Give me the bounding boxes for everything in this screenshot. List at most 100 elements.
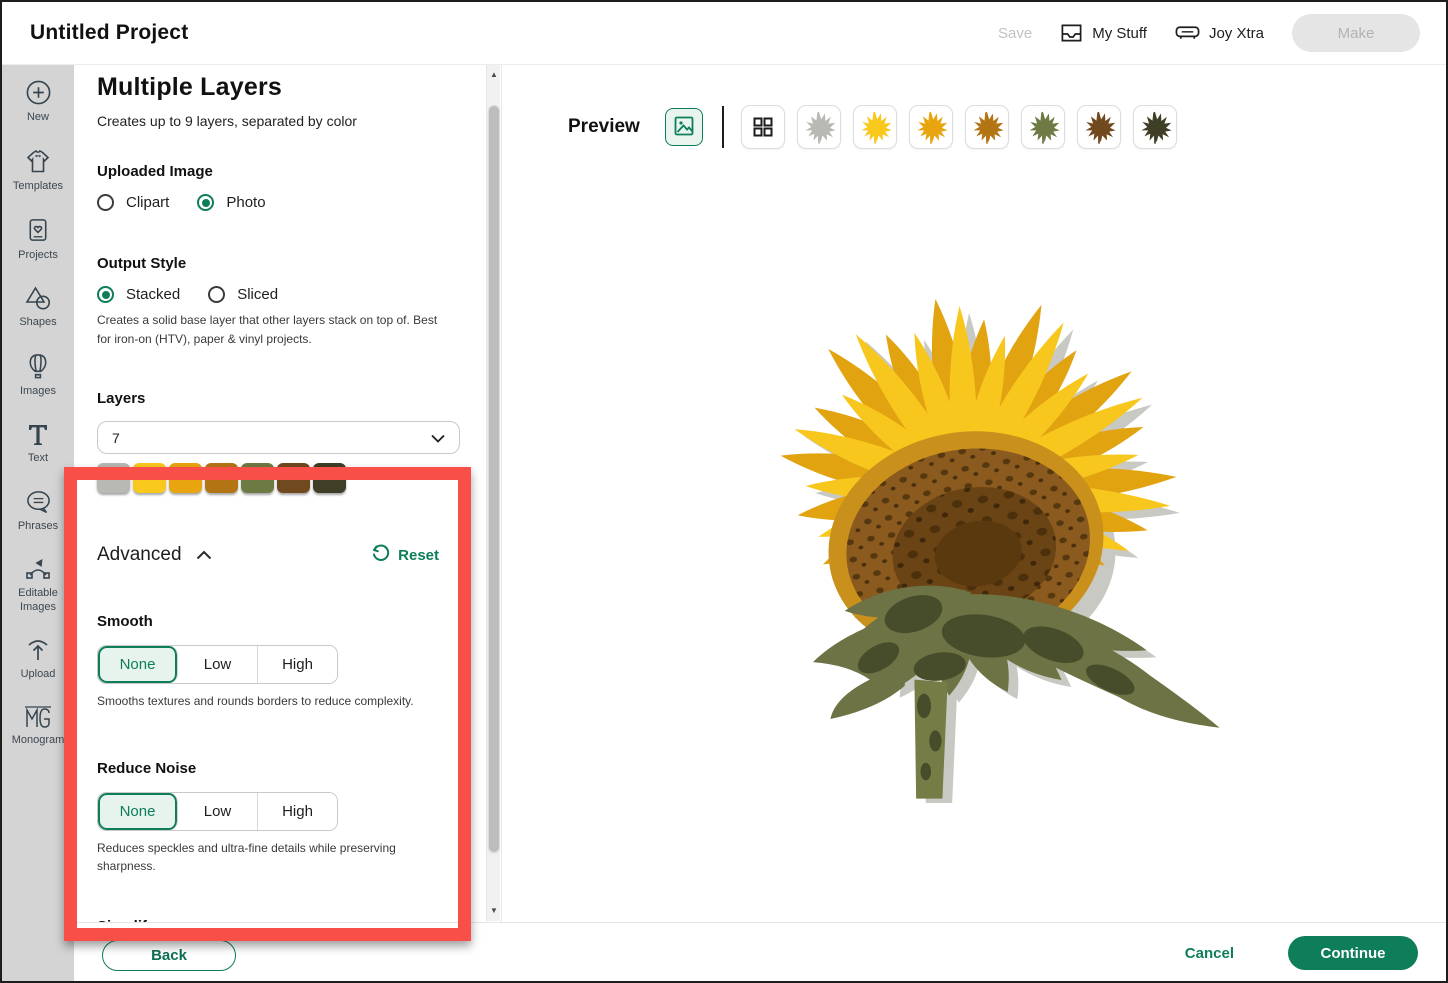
- radio-photo[interactable]: Photo: [197, 194, 265, 211]
- footer-bar: Back Cancel Continue: [74, 922, 1448, 983]
- layer-swatch-7: [313, 463, 346, 493]
- thumbnail-all-layers[interactable]: [741, 105, 785, 149]
- reduce-noise-none-button[interactable]: None: [98, 793, 178, 830]
- reduce-noise-label: Reduce Noise: [97, 760, 441, 777]
- layer-5-flower-icon: [1026, 110, 1060, 144]
- smooth-low-button[interactable]: Low: [178, 646, 258, 683]
- top-bar: Untitled Project Save My Stuff: [2, 2, 1446, 65]
- layer-swatch-2: [133, 463, 166, 493]
- upload-arrow-icon: [25, 638, 51, 663]
- radio-stacked-circle[interactable]: [97, 286, 114, 303]
- radio-sliced[interactable]: Sliced: [208, 286, 278, 303]
- sidebar-item-text[interactable]: Text: [2, 422, 74, 466]
- scrollbar-down-arrow[interactable]: ▼: [487, 903, 501, 919]
- sidebar-item-new[interactable]: New: [2, 79, 74, 125]
- smooth-high-button[interactable]: High: [258, 646, 337, 683]
- save-button[interactable]: Save: [998, 25, 1032, 42]
- layer-7-flower-icon: [1138, 110, 1172, 144]
- layers-count-select[interactable]: 7: [97, 421, 460, 454]
- app-window: Untitled Project Save My Stuff: [0, 0, 1448, 983]
- radio-stacked[interactable]: Stacked: [97, 286, 180, 303]
- sidebar-item-editable-images[interactable]: Editable Images: [2, 556, 74, 615]
- layers-count-value: 7: [112, 430, 120, 446]
- reset-button[interactable]: Reset: [371, 543, 439, 567]
- new-plus-icon: [25, 79, 52, 106]
- layers-label: Layers: [97, 390, 441, 407]
- inbox-icon: [1060, 23, 1083, 43]
- machine-icon: [1175, 24, 1200, 42]
- reduce-noise-high-button[interactable]: High: [258, 793, 337, 830]
- project-card-icon: [26, 217, 50, 244]
- layer-swatch-row: [97, 463, 441, 493]
- panel-subtitle: Creates up to 9 layers, separated by col…: [97, 113, 441, 129]
- speech-bubble-icon: [25, 489, 52, 515]
- my-stuff-button[interactable]: My Stuff: [1060, 23, 1147, 43]
- sidebar-item-phrases[interactable]: Phrases: [2, 489, 74, 534]
- thumbnail-layer-4[interactable]: [965, 105, 1009, 149]
- sidebar-item-monogram[interactable]: Monogram: [2, 705, 74, 748]
- sidebar-item-upload[interactable]: Upload: [2, 638, 74, 682]
- sunflower-preview-image: [616, 203, 1448, 808]
- bezier-nodes-icon: [24, 556, 52, 582]
- multiple-layers-panel: Multiple Layers Creates up to 9 layers, …: [74, 65, 501, 922]
- preview-area: Preview: [501, 65, 1448, 922]
- shapes-icon: [24, 285, 52, 311]
- radio-sliced-circle[interactable]: [208, 286, 225, 303]
- text-t-icon: [26, 422, 50, 447]
- monogram-icon: [23, 705, 53, 729]
- layer-6-flower-icon: [1082, 110, 1116, 144]
- sidebar: New Templates Projects: [2, 65, 74, 983]
- my-stuff-label: My Stuff: [1092, 25, 1147, 42]
- tshirt-icon: [24, 148, 52, 175]
- make-button[interactable]: Make: [1292, 14, 1420, 52]
- thumbnail-layer-2[interactable]: [853, 105, 897, 149]
- panel-title: Multiple Layers: [97, 73, 441, 102]
- preview-label: Preview: [568, 116, 640, 138]
- radio-photo-circle[interactable]: [197, 194, 214, 211]
- layer-swatch-6: [277, 463, 310, 493]
- sidebar-item-shapes[interactable]: Shapes: [2, 285, 74, 330]
- smooth-label: Smooth: [97, 613, 441, 630]
- balloon-icon: [27, 353, 49, 380]
- chevron-down-icon: [431, 430, 445, 446]
- layer-swatch-5: [241, 463, 274, 493]
- sidebar-item-images[interactable]: Images: [2, 353, 74, 399]
- layer-1-flower-icon: [802, 110, 836, 144]
- layer-swatch-1: [97, 463, 130, 493]
- layer-4-flower-icon: [970, 110, 1004, 144]
- panel-scrollbar[interactable]: ▲ ▼: [486, 65, 500, 921]
- reduce-noise-low-button[interactable]: Low: [178, 793, 258, 830]
- radio-clipart[interactable]: Clipart: [97, 194, 169, 211]
- smooth-description: Smooths textures and rounds borders to r…: [97, 692, 441, 711]
- layer-2-flower-icon: [858, 110, 892, 144]
- sidebar-item-templates[interactable]: Templates: [2, 148, 74, 194]
- layer-thumbnail-row: [741, 105, 1177, 149]
- sidebar-item-projects[interactable]: Projects: [2, 217, 74, 263]
- cancel-button[interactable]: Cancel: [1185, 945, 1234, 962]
- radio-clipart-circle[interactable]: [97, 194, 114, 211]
- machine-label: Joy Xtra: [1209, 25, 1264, 42]
- thumbnail-layer-7[interactable]: [1133, 105, 1177, 149]
- advanced-toggle[interactable]: Advanced: [97, 544, 212, 566]
- output-style-description: Creates a solid base layer that other la…: [97, 311, 441, 348]
- layer-swatch-4: [205, 463, 238, 493]
- uploaded-image-label: Uploaded Image: [97, 163, 441, 180]
- preview-image-mode-button[interactable]: [665, 108, 703, 146]
- reset-undo-icon: [371, 543, 391, 567]
- preview-divider: [722, 106, 724, 148]
- scrollbar-up-arrow[interactable]: ▲: [487, 67, 501, 83]
- output-style-label: Output Style: [97, 255, 441, 272]
- reduce-noise-segmented-control: None Low High: [97, 792, 338, 831]
- project-title[interactable]: Untitled Project: [30, 21, 188, 45]
- reduce-noise-description: Reduces speckles and ultra-fine details …: [97, 839, 441, 876]
- thumbnail-layer-6[interactable]: [1077, 105, 1121, 149]
- thumbnail-layer-5[interactable]: [1021, 105, 1065, 149]
- thumbnail-layer-1[interactable]: [797, 105, 841, 149]
- machine-selector[interactable]: Joy Xtra: [1175, 24, 1264, 42]
- smooth-none-button[interactable]: None: [98, 646, 178, 683]
- scrollbar-thumb[interactable]: [488, 105, 500, 853]
- smooth-segmented-control: None Low High: [97, 645, 338, 684]
- continue-button[interactable]: Continue: [1288, 936, 1418, 970]
- thumbnail-layer-3[interactable]: [909, 105, 953, 149]
- back-button[interactable]: Back: [102, 940, 236, 971]
